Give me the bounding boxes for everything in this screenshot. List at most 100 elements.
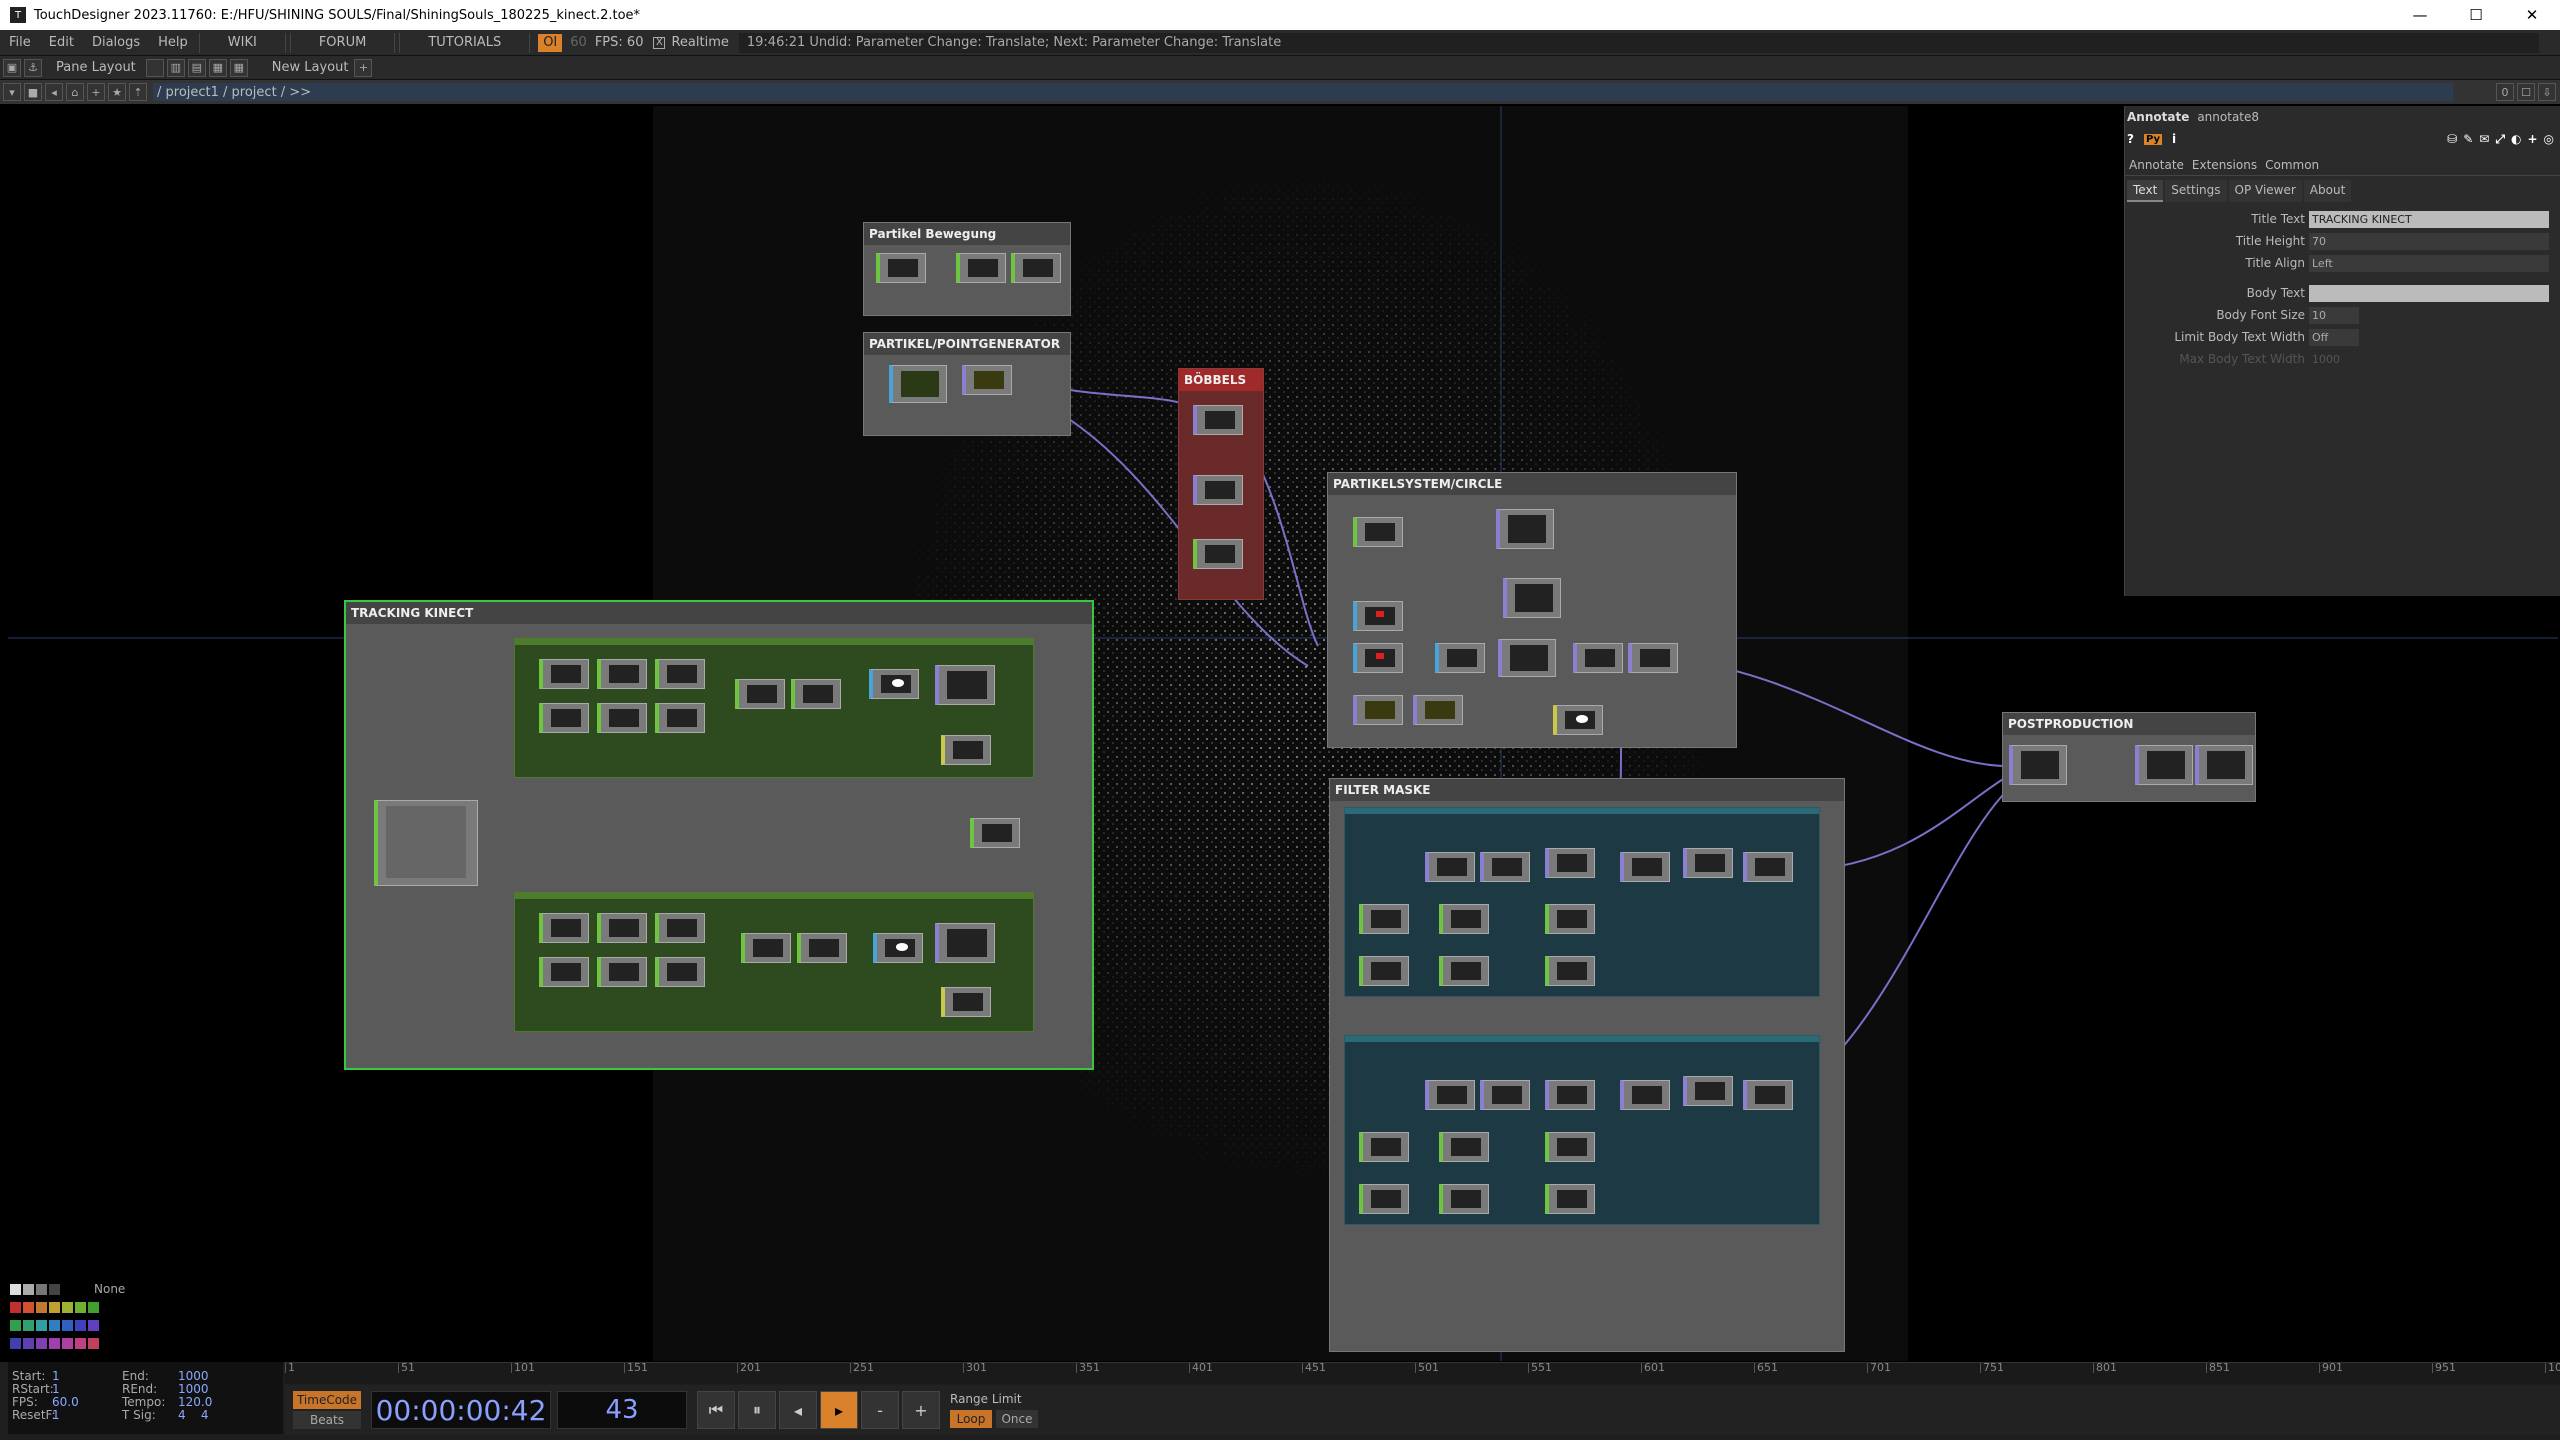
swatch[interactable]	[23, 1284, 34, 1295]
pane-maximize-icon[interactable]: ☐	[2517, 83, 2535, 101]
top-node[interactable]	[1743, 852, 1793, 882]
swatch[interactable]	[75, 1320, 86, 1331]
swatch[interactable]	[36, 1284, 47, 1295]
top-node[interactable]	[1496, 509, 1554, 549]
menu-file[interactable]: File	[0, 35, 40, 50]
swatch[interactable]	[23, 1302, 34, 1313]
title-text-field[interactable]: TRACKING KINECT	[2309, 210, 2549, 228]
chop-node[interactable]	[1439, 1184, 1489, 1214]
comp-partikel-pointgenerator[interactable]: PARTIKEL/POINTGENERATOR	[863, 332, 1071, 436]
swatch[interactable]	[36, 1320, 47, 1331]
split-icon[interactable]	[145, 58, 164, 77]
chop-node[interactable]	[655, 703, 705, 733]
menu-dialogs[interactable]: Dialogs	[83, 35, 149, 50]
up-icon[interactable]: ⇡	[129, 83, 147, 101]
body-font-size-field[interactable]: 10	[2309, 306, 2359, 324]
chop-node[interactable]	[735, 679, 785, 709]
tab-about[interactable]: About	[2303, 180, 2352, 202]
top-node[interactable]	[1545, 1080, 1595, 1110]
minimize-button[interactable]: —	[2392, 0, 2448, 30]
top-node[interactable]	[1353, 695, 1403, 725]
comp-filter-maske[interactable]: FILTER MASKE	[1329, 778, 1845, 1352]
chop-node[interactable]	[791, 679, 841, 709]
pause-button[interactable]: ⏸	[738, 1391, 776, 1429]
wiki-button[interactable]: WIKI	[198, 32, 286, 53]
swatch[interactable]	[10, 1320, 21, 1331]
info-icon[interactable]: i	[2172, 132, 2176, 146]
dat-node[interactable]	[941, 987, 991, 1017]
chop-node[interactable]	[1011, 253, 1061, 283]
new-layout-label[interactable]: New Layout	[272, 60, 349, 75]
target-icon[interactable]: ◎	[2544, 132, 2554, 147]
chop-node[interactable]	[1439, 904, 1489, 934]
top-node[interactable]	[1480, 852, 1530, 882]
split-quad-icon[interactable]: ▦	[208, 58, 227, 77]
chop-node[interactable]	[1353, 517, 1403, 547]
resetf-value[interactable]: 1	[52, 1409, 122, 1422]
chop-node[interactable]	[597, 659, 647, 689]
chop-node[interactable]	[1193, 539, 1243, 569]
top-node[interactable]	[1498, 639, 1556, 677]
sop-node[interactable]	[889, 365, 947, 403]
top-node[interactable]	[1628, 643, 1678, 673]
swatch[interactable]	[88, 1302, 99, 1313]
swatch[interactable]	[62, 1302, 73, 1313]
chop-node[interactable]	[1359, 956, 1409, 986]
comp-partikel-bewegung[interactable]: Partikel Bewegung	[863, 222, 1071, 316]
chop-node[interactable]	[741, 933, 791, 963]
chop-node[interactable]	[597, 957, 647, 987]
top-node[interactable]	[2009, 745, 2067, 785]
top-node[interactable]	[1425, 1080, 1475, 1110]
chop-node[interactable]	[539, 703, 589, 733]
swatch[interactable]	[23, 1320, 34, 1331]
swatch[interactable]	[75, 1302, 86, 1313]
dat-node[interactable]	[941, 735, 991, 765]
max-body-width-field[interactable]: 1000	[2309, 350, 2549, 368]
top-node[interactable]	[2135, 745, 2193, 785]
dat-node[interactable]	[1553, 705, 1603, 735]
chop-node[interactable]	[1545, 1132, 1595, 1162]
loop-button[interactable]: Loop	[950, 1410, 992, 1428]
layout-icon[interactable]: ▣	[3, 58, 21, 77]
play-button[interactable]: ▸	[820, 1391, 858, 1429]
swatch[interactable]	[88, 1320, 99, 1331]
top-node[interactable]	[1545, 848, 1595, 878]
timecode-button[interactable]: TimeCode	[293, 1391, 361, 1409]
split-vertical-icon[interactable]: ▥	[166, 58, 185, 77]
timeline-ruler[interactable]: 1 51 101 151 201 251 301 351 401 451 501 551 601 651 7…	[285, 1362, 2560, 1384]
close-button[interactable]: ✕	[2504, 0, 2560, 30]
top-node[interactable]	[962, 365, 1012, 395]
top-node[interactable]	[1503, 578, 1561, 618]
top-node[interactable]	[2195, 745, 2253, 785]
top-node[interactable]	[1683, 848, 1733, 878]
python-logo-icon[interactable]: ◐	[2511, 132, 2521, 147]
swatch[interactable]	[49, 1338, 60, 1349]
chop-node[interactable]	[970, 818, 1020, 848]
play-reverse-button[interactable]: ◂	[779, 1391, 817, 1429]
chop-node[interactable]	[597, 703, 647, 733]
swatch[interactable]	[62, 1338, 73, 1349]
chop-node[interactable]	[539, 957, 589, 987]
top-node[interactable]	[1193, 475, 1243, 505]
step-forward-button[interactable]: +	[902, 1391, 940, 1429]
swatch[interactable]	[10, 1302, 21, 1313]
chop-node[interactable]	[539, 913, 589, 943]
top-node[interactable]	[1413, 695, 1463, 725]
chop-node[interactable]	[1359, 1132, 1409, 1162]
page-extensions[interactable]: Extensions	[2192, 158, 2257, 172]
top-node[interactable]	[1683, 1076, 1733, 1106]
forum-button[interactable]: FORUM	[289, 32, 396, 53]
pane-close-icon[interactable]: ⇩	[2538, 83, 2556, 101]
menu-help[interactable]: Help	[149, 35, 197, 50]
maximize-button[interactable]: ☐	[2448, 0, 2504, 30]
chop-node[interactable]	[655, 957, 705, 987]
timecode-display[interactable]: 00:00:00:42	[371, 1391, 551, 1429]
tsig-value[interactable]: 4 4	[178, 1409, 209, 1422]
split-three-icon[interactable]: ▦	[229, 58, 248, 77]
chop-node[interactable]	[1545, 1184, 1595, 1214]
swatch-none-label[interactable]: None	[94, 1282, 125, 1296]
top-node[interactable]	[1743, 1080, 1793, 1110]
database-icon[interactable]: ⛁	[2447, 132, 2457, 147]
comment-icon[interactable]: ✉	[2479, 132, 2489, 147]
title-align-menu[interactable]: Left	[2309, 254, 2549, 272]
